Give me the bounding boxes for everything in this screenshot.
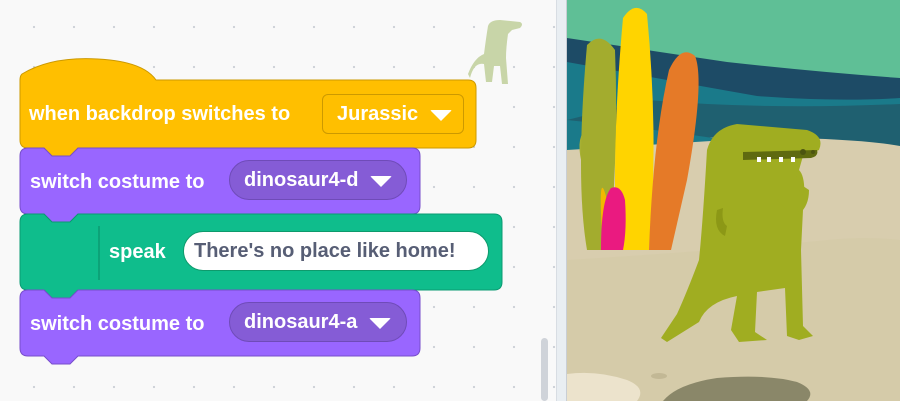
looks-block-2-label: switch costume to bbox=[30, 313, 205, 335]
pebble bbox=[651, 373, 667, 379]
panel-divider bbox=[556, 0, 567, 401]
stage[interactable] bbox=[567, 0, 900, 401]
backdrop-dropdown[interactable]: Jurassic bbox=[322, 94, 464, 134]
costume-dropdown-2-value: dinosaur4-a bbox=[244, 310, 358, 333]
looks-block-1-label: switch costume to bbox=[30, 171, 205, 193]
chevron-down-icon bbox=[370, 176, 393, 187]
hat-block-label: when backdrop switches to bbox=[29, 103, 291, 125]
chevron-down-icon bbox=[430, 110, 453, 121]
chevron-down-icon bbox=[369, 318, 392, 329]
dinosaur-eye bbox=[800, 149, 806, 155]
backdrop-dropdown-value: Jurassic bbox=[337, 102, 419, 125]
costume-dropdown-1-value: dinosaur4-d bbox=[244, 168, 359, 191]
stage-scene bbox=[567, 0, 900, 401]
costume-dropdown-2[interactable]: dinosaur4-a bbox=[229, 302, 407, 342]
speak-text-value: There's no place like home! bbox=[194, 239, 456, 262]
speak-block-label: speak bbox=[109, 241, 166, 263]
speak-text-input[interactable]: There's no place like home! bbox=[183, 231, 489, 271]
dinosaur-nostril bbox=[811, 150, 815, 154]
costume-dropdown-1[interactable]: dinosaur4-d bbox=[229, 160, 407, 200]
